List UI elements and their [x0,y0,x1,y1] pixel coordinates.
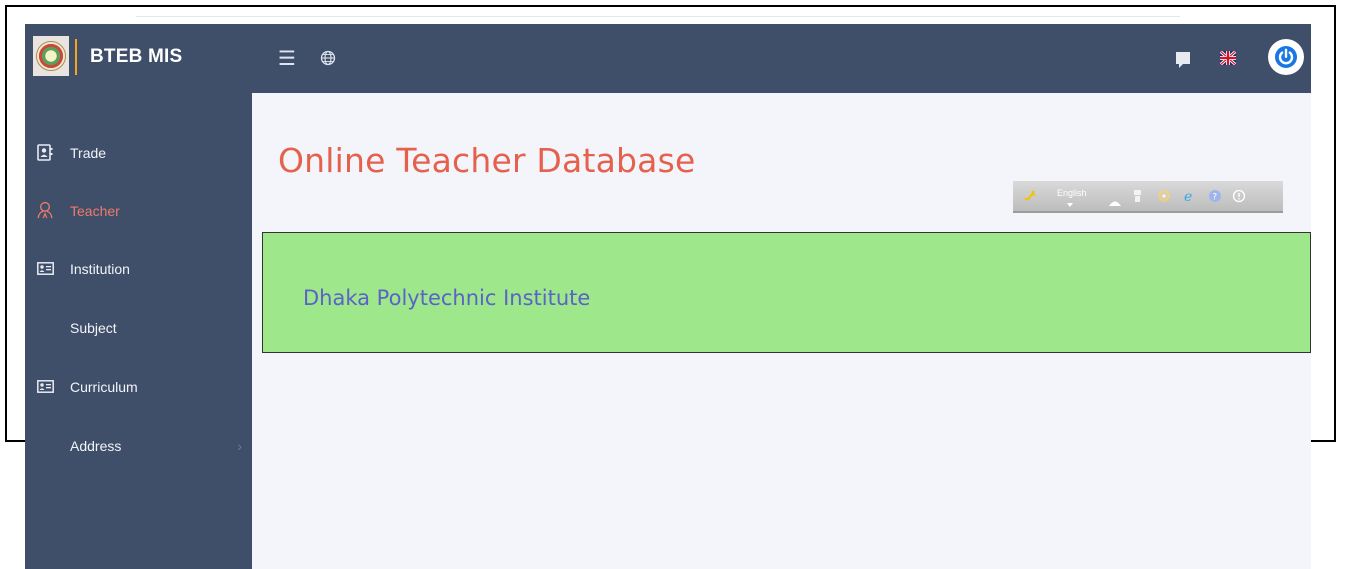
contact-card-icon [36,143,54,161]
info-icon[interactable] [1232,188,1246,207]
sidebar-item-trade[interactable]: Trade [25,133,252,173]
sidebar-item-address[interactable]: Address › [25,426,252,466]
figure-icon[interactable] [1133,188,1142,207]
uk-flag-icon[interactable] [1219,49,1237,69]
svg-text:e: e [1184,189,1192,203]
sidebar-item-label: Institution [70,261,130,277]
svg-text:?: ? [1212,193,1217,203]
globe-icon[interactable] [320,50,336,70]
ie-icon[interactable]: e [1183,188,1197,207]
app-title[interactable]: BTEB MIS [90,46,182,68]
power-button[interactable] [1268,39,1304,75]
sidebar: Trade Teacher Institution Subject Curric… [25,93,252,569]
message-icon[interactable] [1176,52,1190,68]
caret-down-icon [1067,203,1073,207]
institution-panel: Dhaka Polytechnic Institute [262,232,1311,353]
id-card-icon [36,377,54,395]
teacher-icon [36,201,54,219]
chevron-right-icon: › [237,438,242,454]
sidebar-item-teacher[interactable]: Teacher [25,191,252,231]
frame-inner-line [136,16,1180,17]
frame-bottom-left-border [5,440,25,442]
power-icon [1275,46,1297,68]
sidebar-item-label: Subject [70,320,117,336]
frame-top-border [5,5,1336,7]
id-card-icon [36,259,54,277]
logo-divider [75,39,77,75]
menu-icon[interactable]: ☰ [278,48,296,68]
sidebar-item-label: Address [70,438,122,454]
hat-icon[interactable] [1108,192,1122,211]
sidebar-item-label: Teacher [70,203,120,219]
help-icon[interactable]: ? [1208,188,1222,207]
language-select[interactable]: English [1057,188,1087,198]
gear-icon[interactable] [1157,188,1171,207]
sidebar-item-label: Curriculum [70,379,138,395]
bteb-logo[interactable] [33,36,69,76]
sound-icon[interactable] [1023,188,1037,207]
frame-bottom-right-border [1311,440,1336,442]
page-title: Online Teacher Database [278,141,696,180]
sidebar-item-curriculum[interactable]: Curriculum [25,367,252,407]
sidebar-item-institution[interactable]: Institution [25,249,252,289]
accessibility-toolbar: English e ? [1013,181,1283,213]
frame-right-border [1334,5,1336,442]
institution-name: Dhaka Polytechnic Institute [303,286,591,310]
frame-left-border [5,5,7,442]
seal-icon [36,41,66,71]
sidebar-item-label: Trade [70,145,107,161]
sidebar-item-subject[interactable]: Subject [25,308,252,348]
top-navbar: BTEB MIS ☰ [25,24,1311,93]
